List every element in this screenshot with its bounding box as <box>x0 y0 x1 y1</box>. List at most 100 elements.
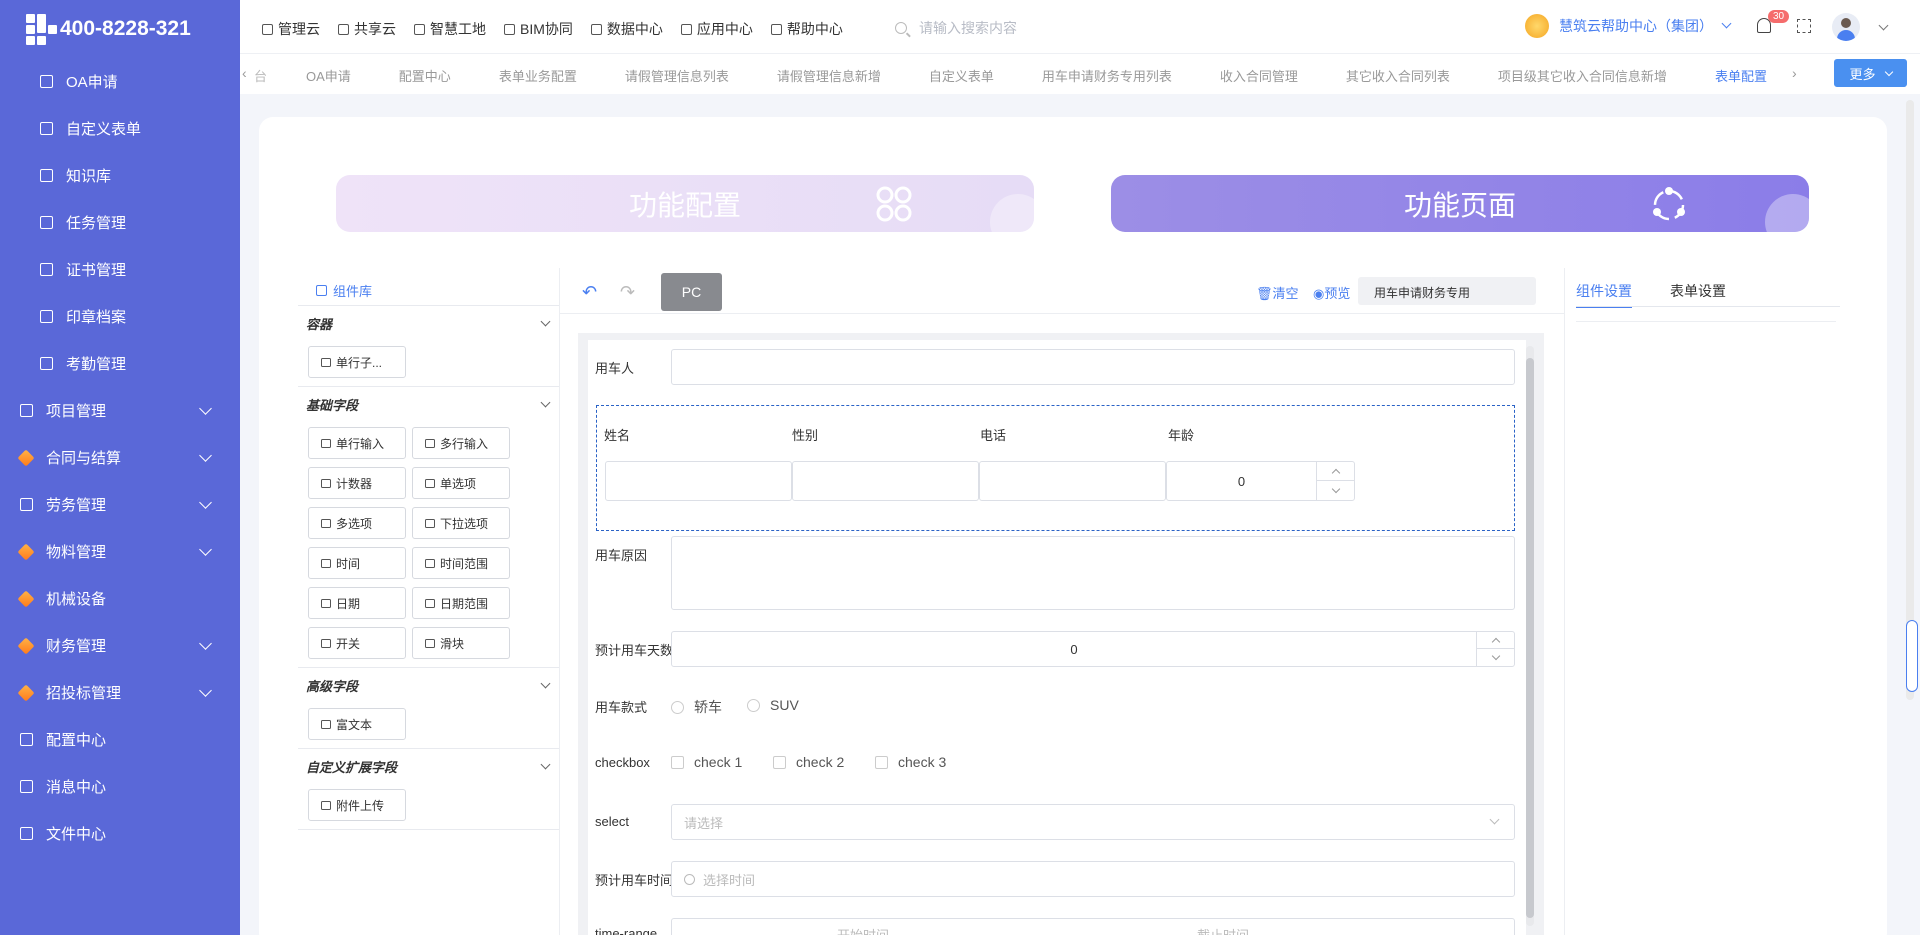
component-library-title[interactable]: 组件库 <box>316 281 372 300</box>
sidebar-item-16[interactable]: 文件中心 <box>0 810 240 857</box>
reason-textarea[interactable] <box>671 536 1515 610</box>
library-group-header[interactable]: 容器 <box>298 306 559 340</box>
time-range-picker[interactable]: 开始时间 截止时间 <box>671 918 1515 935</box>
checkbox-option[interactable]: check 3 <box>875 754 946 770</box>
component-chip[interactable]: 富文本 <box>308 708 406 740</box>
banner-function-page[interactable]: 功能页面 <box>1111 175 1809 232</box>
component-chip[interactable]: 日期范围 <box>412 587 510 619</box>
component-chip[interactable]: 单行输入 <box>308 427 406 459</box>
undo-icon[interactable]: ↶ <box>582 282 597 303</box>
stepper-buttons[interactable] <box>1316 462 1354 500</box>
component-chip[interactable]: 滑块 <box>412 627 510 659</box>
preview-button[interactable]: ◉预览 <box>1313 283 1350 302</box>
sidebar-item-15[interactable]: 消息中心 <box>0 763 240 810</box>
tab-3[interactable]: 请假管理信息列表 <box>625 66 729 85</box>
sidebar-item-2[interactable]: 知识库 <box>0 152 240 199</box>
decrement-icon[interactable] <box>1317 481 1354 500</box>
sidebar-item-7[interactable]: 项目管理 <box>0 387 240 434</box>
component-chip[interactable]: 下拉选项 <box>412 507 510 539</box>
component-chip[interactable]: 时间 <box>308 547 406 579</box>
sidebar-item-14[interactable]: 配置中心 <box>0 716 240 763</box>
sub-name-input[interactable] <box>605 461 792 501</box>
checkbox-option[interactable]: check 2 <box>773 754 844 770</box>
time-picker[interactable]: 选择时间 <box>671 861 1515 897</box>
library-group-header[interactable]: 自定义扩展字段 <box>298 749 559 783</box>
component-chip[interactable]: 附件上传 <box>308 789 406 821</box>
sidebar-item-8[interactable]: 合同与结算 <box>0 434 240 481</box>
increment-icon[interactable] <box>1317 462 1354 481</box>
page-scrollbar-thumb[interactable] <box>1906 620 1918 692</box>
help-center-link[interactable]: 慧筑云帮助中心（集团） <box>1525 14 1732 38</box>
settings-tab-0[interactable]: 组件设置 <box>1576 281 1632 308</box>
component-chip[interactable]: 多选项 <box>308 507 406 539</box>
fullscreen-icon[interactable] <box>1797 19 1811 33</box>
clear-button[interactable]: 🗑清空 <box>1256 283 1299 302</box>
tab-scroll-left-icon[interactable]: ‹ <box>242 65 247 81</box>
tab-2[interactable]: 表单业务配置 <box>499 66 577 85</box>
topnav-item-6[interactable]: 帮助中心 <box>770 19 843 39</box>
decrement-icon[interactable] <box>1477 649 1514 666</box>
scrollbar-thumb[interactable] <box>1526 358 1534 918</box>
component-chip[interactable]: 时间范围 <box>412 547 510 579</box>
days-stepper[interactable]: 0 <box>671 631 1515 667</box>
sidebar-item-10[interactable]: 物料管理 <box>0 528 240 575</box>
sidebar-item-13[interactable]: 招投标管理 <box>0 669 240 716</box>
library-group-header[interactable]: 基础字段 <box>298 387 559 421</box>
sub-phone-input[interactable] <box>979 461 1166 501</box>
sidebar-item-4[interactable]: 证书管理 <box>0 246 240 293</box>
banner-function-config[interactable]: 功能配置 <box>336 175 1034 232</box>
sub-age-stepper[interactable]: 0 <box>1166 461 1355 501</box>
topnav-item-4[interactable]: 数据中心 <box>590 19 663 39</box>
search-box[interactable]: 请输入搜索内容 <box>895 18 1017 38</box>
component-chip[interactable]: 日期 <box>308 587 406 619</box>
tab-10[interactable]: 表单配置 <box>1715 66 1767 85</box>
tab-8[interactable]: 其它收入合同列表 <box>1346 66 1450 85</box>
sub-gender-input[interactable] <box>792 461 979 501</box>
increment-icon[interactable] <box>1477 632 1514 649</box>
select-dropdown[interactable]: 请选择 <box>671 804 1515 840</box>
chevron-down-icon[interactable] <box>1878 20 1889 31</box>
component-chip[interactable]: 计数器 <box>308 467 406 499</box>
form-name-field[interactable]: 用车申请财务专用 <box>1358 277 1536 305</box>
page-scrollbar[interactable] <box>1906 100 1914 700</box>
avatar[interactable] <box>1832 13 1860 41</box>
stepper-buttons[interactable] <box>1476 632 1514 666</box>
pc-view-button[interactable]: PC <box>661 273 722 311</box>
component-chip[interactable]: 单选项 <box>412 467 510 499</box>
sidebar-item-6[interactable]: 考勤管理 <box>0 340 240 387</box>
tab-0[interactable]: OA申请 <box>306 66 351 85</box>
topnav-item-1[interactable]: 共享云 <box>338 19 396 39</box>
tab-7[interactable]: 收入合同管理 <box>1220 66 1298 85</box>
topnav-item-3[interactable]: BIM协同 <box>504 19 573 39</box>
sidebar-item-0[interactable]: OA申请 <box>0 58 240 105</box>
redo-icon[interactable]: ↷ <box>620 282 635 303</box>
radio-option[interactable]: 轿车 <box>671 697 722 717</box>
sidebar-item-3[interactable]: 任务管理 <box>0 199 240 246</box>
component-chip[interactable]: 单行子... <box>308 346 406 378</box>
tab-scroll-right-icon[interactable]: › <box>1792 65 1797 81</box>
settings-tab-1[interactable]: 表单设置 <box>1670 281 1726 301</box>
component-chip[interactable]: 多行输入 <box>412 427 510 459</box>
tab-4[interactable]: 请假管理信息新增 <box>777 66 881 85</box>
tab-5[interactable]: 自定义表单 <box>929 66 994 85</box>
tab-1[interactable]: 配置中心 <box>399 66 451 85</box>
more-button[interactable]: 更多 <box>1834 59 1907 87</box>
tab-partial[interactable]: 台 <box>254 66 267 85</box>
sidebar-item-1[interactable]: 自定义表单 <box>0 105 240 152</box>
component-chip[interactable]: 开关 <box>308 627 406 659</box>
topnav-item-2[interactable]: 智慧工地 <box>414 19 486 39</box>
topnav-item-5[interactable]: 应用中心 <box>680 19 753 39</box>
sidebar-item-12[interactable]: 财务管理 <box>0 622 240 669</box>
library-group-header[interactable]: 高级字段 <box>298 668 559 702</box>
tab-9[interactable]: 项目级其它收入合同信息新增 <box>1498 66 1667 85</box>
user-input[interactable] <box>671 349 1515 385</box>
sidebar-item-11[interactable]: 机械设备 <box>0 575 240 622</box>
checkbox-option[interactable]: check 1 <box>671 754 742 770</box>
canvas-scrollbar[interactable] <box>1526 346 1534 926</box>
radio-option[interactable]: SUV <box>747 697 799 713</box>
tab-6[interactable]: 用车申请财务专用列表 <box>1042 66 1172 85</box>
logo[interactable]: 400-8228-321 <box>0 0 240 58</box>
sidebar-item-5[interactable]: 印章档案 <box>0 293 240 340</box>
topnav-item-0[interactable]: 管理云 <box>262 19 320 39</box>
sidebar-item-9[interactable]: 劳务管理 <box>0 481 240 528</box>
